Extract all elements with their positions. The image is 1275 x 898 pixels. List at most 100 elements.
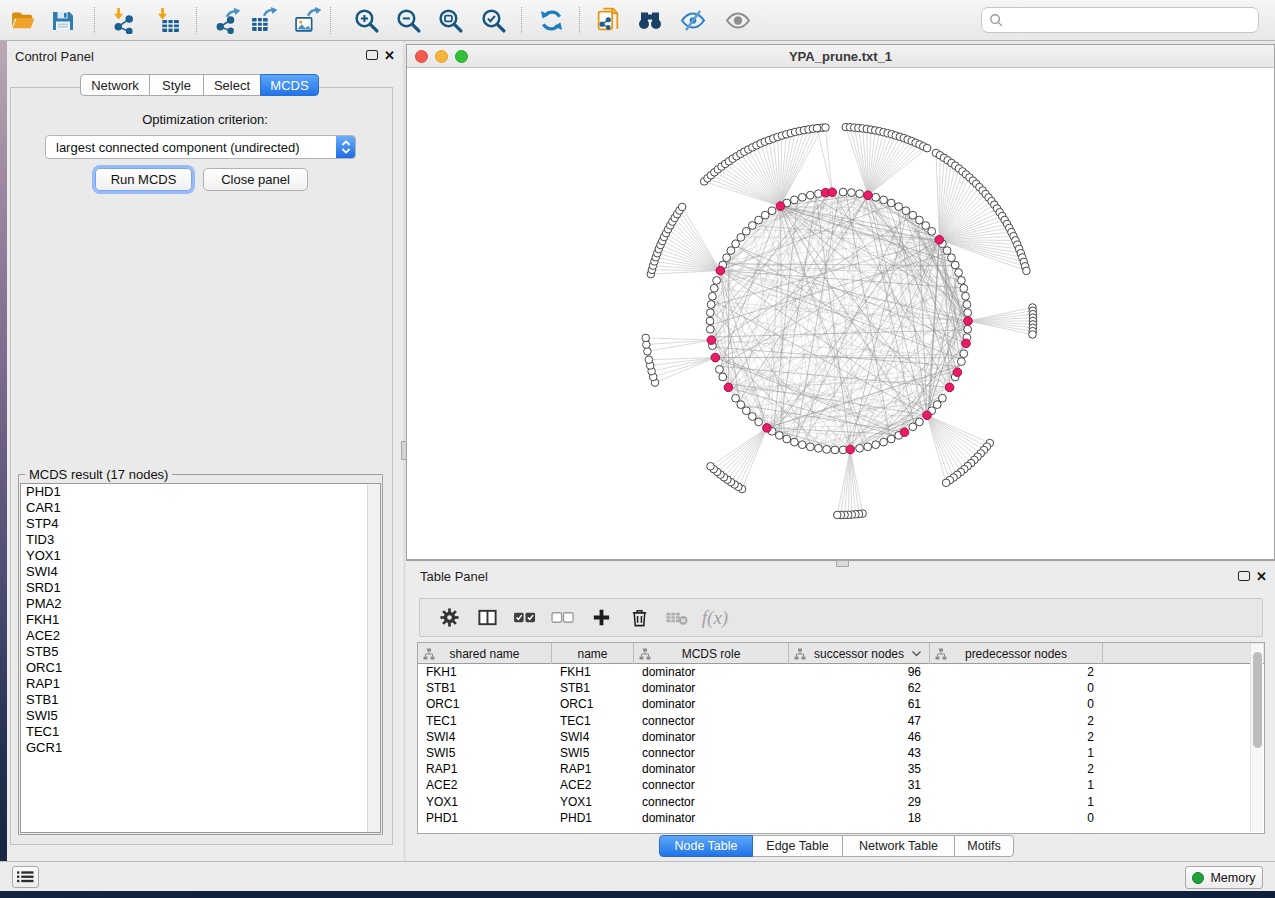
result-item[interactable]: STP4 xyxy=(21,516,380,532)
tab-network[interactable]: Network xyxy=(80,74,150,96)
zoom-in-button[interactable] xyxy=(349,4,383,37)
zoom-in-icon xyxy=(353,7,380,34)
refresh-layout-button[interactable] xyxy=(534,4,568,37)
result-item[interactable]: STB1 xyxy=(21,692,380,708)
table-row[interactable]: FKH1FKH1dominator962 xyxy=(418,664,1264,680)
export-network-button[interactable] xyxy=(210,4,244,37)
table-settings-button[interactable] xyxy=(430,601,468,635)
close-panel-icon[interactable]: ✕ xyxy=(384,50,395,62)
result-item[interactable]: RAP1 xyxy=(21,676,380,692)
column-header-successor-nodes[interactable]: successor nodes xyxy=(789,643,930,664)
table-tab-node-table[interactable]: Node Table xyxy=(659,835,753,857)
tab-mcds[interactable]: MCDS xyxy=(260,74,319,96)
column-header-shared-name[interactable]: shared name xyxy=(418,643,552,664)
fx-icon: f(x) xyxy=(702,607,728,629)
mcds-result-list[interactable]: PHD1CAR1STP4TID3YOX1SWI4SRD1PMA2FKH1ACE2… xyxy=(20,483,381,833)
function-builder-button[interactable]: f(x) xyxy=(696,601,734,635)
result-scrollbar[interactable] xyxy=(367,484,380,832)
deselect-all-button[interactable] xyxy=(544,601,582,635)
select-all-button[interactable] xyxy=(506,601,544,635)
export-image-button[interactable] xyxy=(290,4,324,37)
delete-column-button[interactable] xyxy=(658,601,696,635)
unchecked-boxes-icon xyxy=(551,607,576,628)
clone-network-button[interactable] xyxy=(591,4,625,37)
show-all-button[interactable] xyxy=(721,4,755,37)
zoom-fit-button[interactable] xyxy=(433,4,467,37)
result-item[interactable]: ACE2 xyxy=(21,628,380,644)
task-history-button[interactable] xyxy=(12,866,39,888)
table-body: FKH1FKH1dominator962STB1STB1dominator620… xyxy=(418,664,1264,826)
table-row[interactable]: ACE2ACE2connector311 xyxy=(418,777,1264,793)
result-item[interactable]: CAR1 xyxy=(21,500,380,516)
table-scrollbar-thumb[interactable] xyxy=(1253,652,1262,748)
control-panel-title: Control Panel xyxy=(15,49,94,64)
result-item[interactable]: TID3 xyxy=(21,532,380,548)
table-tab-edge-table[interactable]: Edge Table xyxy=(752,835,843,857)
show-column-button[interactable] xyxy=(468,601,506,635)
table-row[interactable]: PHD1PHD1dominator180 xyxy=(418,810,1264,826)
criterion-dropdown[interactable]: largest connected component (undirected) xyxy=(45,135,356,159)
zoom-out-button[interactable] xyxy=(391,4,425,37)
table-float-icon[interactable] xyxy=(1238,571,1250,581)
close-panel-button[interactable]: Close panel xyxy=(203,168,308,191)
result-item[interactable]: ORC1 xyxy=(21,660,380,676)
search-box[interactable] xyxy=(981,7,1259,33)
table-tab-network-table[interactable]: Network Table xyxy=(842,835,955,857)
run-mcds-button[interactable]: Run MCDS xyxy=(95,168,192,191)
table-row[interactable]: SWI5SWI5connector431 xyxy=(418,745,1264,761)
search-input[interactable] xyxy=(1004,13,1258,28)
column-header-predecessor-nodes[interactable]: predecessor nodes xyxy=(930,643,1103,664)
column-header-name[interactable]: name xyxy=(552,643,634,664)
table-row[interactable]: STB1STB1dominator620 xyxy=(418,680,1264,696)
table-tab-motifs[interactable]: Motifs xyxy=(954,835,1014,857)
toolbar-separator xyxy=(330,7,331,34)
toolbar-separator xyxy=(521,7,522,34)
network-title: YPA_prune.txt_1 xyxy=(407,49,1274,64)
result-item[interactable]: SWI5 xyxy=(21,708,380,724)
table-row[interactable]: SWI4SWI4dominator462 xyxy=(418,729,1264,745)
result-item[interactable]: PHD1 xyxy=(21,484,380,500)
result-item[interactable]: GCR1 xyxy=(21,740,380,756)
import-network-button[interactable] xyxy=(106,4,140,37)
table-row[interactable]: RAP1RAP1dominator352 xyxy=(418,761,1264,777)
zoom-selected-button[interactable] xyxy=(476,4,510,37)
tab-style[interactable]: Style xyxy=(149,74,204,96)
column-header-MCDS-role[interactable]: MCDS role xyxy=(634,643,789,664)
find-button[interactable] xyxy=(633,4,667,37)
table-toolbar: f(x) xyxy=(419,598,1263,637)
result-item[interactable]: SRD1 xyxy=(21,580,380,596)
export-table-icon xyxy=(250,7,277,34)
import-table-button[interactable] xyxy=(150,4,184,37)
network-graph[interactable] xyxy=(407,68,1274,559)
table-close-icon[interactable]: ✕ xyxy=(1256,571,1267,583)
hide-unselected-button[interactable] xyxy=(676,4,710,37)
float-panel-icon[interactable] xyxy=(366,50,378,60)
export-table-button[interactable] xyxy=(246,4,280,37)
dropdown-stepper-icon xyxy=(336,136,355,158)
export-image-icon xyxy=(294,7,321,34)
delete-row-button[interactable] xyxy=(620,601,658,635)
zoom-selected-icon xyxy=(480,7,507,34)
table-row[interactable]: TEC1TEC1connector472 xyxy=(418,713,1264,729)
control-panel: Control Panel ✕ NetworkStyleSelectMCDS O… xyxy=(7,41,403,861)
table-row[interactable]: YOX1YOX1connector291 xyxy=(418,794,1264,810)
save-session-button[interactable] xyxy=(46,4,80,37)
tab-select[interactable]: Select xyxy=(203,74,261,96)
table-splitter-handle[interactable] xyxy=(836,560,849,567)
network-canvas[interactable] xyxy=(407,68,1274,559)
result-item[interactable]: SWI4 xyxy=(21,564,380,580)
result-item[interactable]: PMA2 xyxy=(21,596,380,612)
result-item[interactable]: TEC1 xyxy=(21,724,380,740)
right-column: YPA_prune.txt_1 Table Panel ✕ f(x) xyxy=(406,41,1275,861)
open-session-button[interactable] xyxy=(6,4,40,37)
add-column-button[interactable] xyxy=(582,601,620,635)
columns-icon xyxy=(477,607,498,628)
table-row[interactable]: ORC1ORC1dominator610 xyxy=(418,696,1264,712)
result-item[interactable]: FKH1 xyxy=(21,612,380,628)
result-item[interactable]: STB5 xyxy=(21,644,380,660)
table-scrollbar[interactable] xyxy=(1250,644,1263,832)
result-item[interactable]: YOX1 xyxy=(21,548,380,564)
zoom-out-icon xyxy=(395,7,422,34)
memory-button[interactable]: Memory xyxy=(1185,866,1263,889)
mcds-result-group: MCDS result (17 nodes) PHD1CAR1STP4TID3Y… xyxy=(18,474,383,835)
